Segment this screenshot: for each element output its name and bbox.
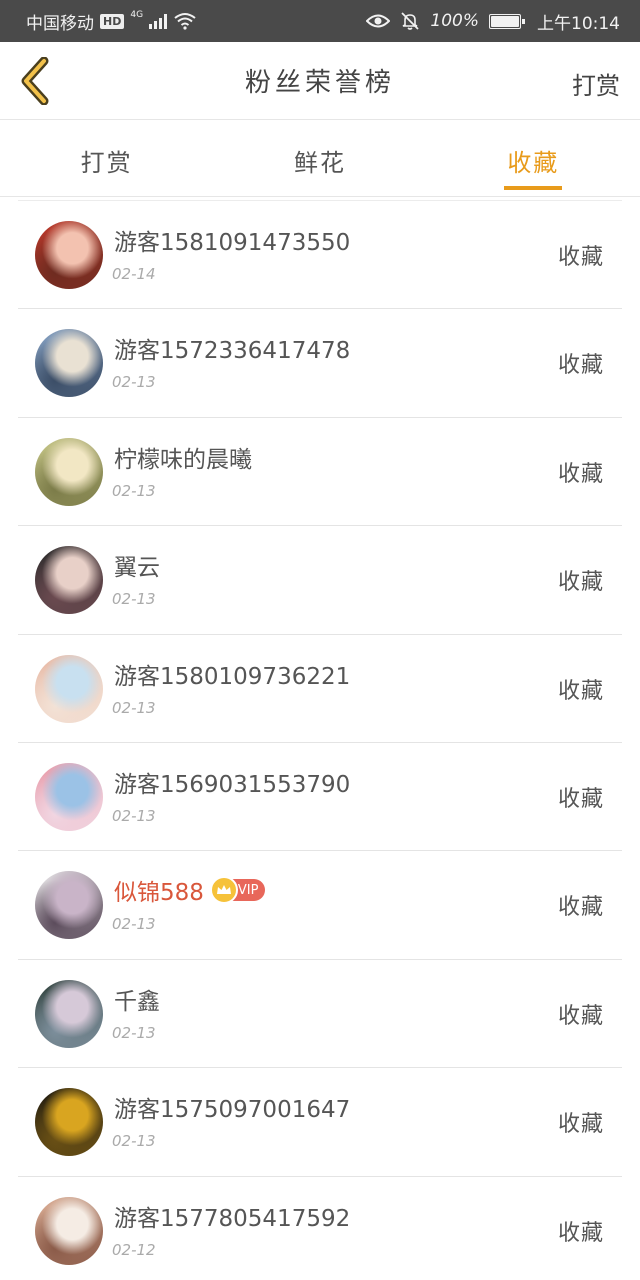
user-name: 游客1581091473550 bbox=[114, 230, 351, 256]
user-name: 游客1569031553790 bbox=[114, 771, 351, 798]
avatar[interactable] bbox=[35, 871, 103, 940]
nav-bar: 粉丝荣誉榜 打赏 bbox=[0, 42, 640, 120]
mute-bell-icon bbox=[401, 12, 420, 30]
list-item[interactable]: 翼云 02-13 收藏 bbox=[18, 526, 622, 635]
avatar[interactable] bbox=[35, 979, 103, 1048]
clock: 上午10:14 bbox=[537, 13, 620, 34]
tab-bar: 打赏 鲜花 收藏 bbox=[0, 121, 640, 197]
date-label: 02-13 bbox=[112, 915, 156, 934]
tab-flowers[interactable]: 鲜花 bbox=[213, 121, 426, 196]
action-label: 收藏 bbox=[557, 245, 604, 270]
hd-badge: HD bbox=[100, 13, 125, 29]
action-label: 收藏 bbox=[557, 895, 604, 921]
user-name: 翼云 bbox=[114, 555, 160, 582]
crown-icon bbox=[209, 876, 238, 905]
vip-label: VIP bbox=[237, 882, 259, 898]
fan-list: 游客1581091473550 02-14 收藏 游客1572336417478… bbox=[18, 200, 622, 1280]
list-item[interactable]: 似锦588 VIP 02-13 收藏 bbox=[18, 851, 622, 960]
status-bar: 中国移动 HD 4G 100% 上午10:14 bbox=[0, 0, 640, 42]
tab-favorites[interactable]: 收藏 bbox=[427, 121, 640, 196]
avatar[interactable] bbox=[35, 1196, 103, 1265]
action-label: 收藏 bbox=[557, 1220, 604, 1246]
user-name: 游客1577805417592 bbox=[114, 1205, 351, 1232]
avatar[interactable] bbox=[35, 1088, 103, 1157]
battery-percent: 100% bbox=[430, 11, 479, 31]
date-label: 02-13 bbox=[112, 1132, 156, 1151]
date-label: 02-13 bbox=[112, 590, 156, 609]
avatar[interactable] bbox=[35, 437, 103, 506]
action-label: 收藏 bbox=[557, 678, 604, 704]
avatar[interactable] bbox=[35, 546, 103, 615]
user-name: 柠檬味的晨曦 bbox=[114, 446, 252, 473]
page-title: 粉丝荣誉榜 bbox=[244, 68, 395, 98]
user-name: 游客1572336417478 bbox=[114, 338, 351, 365]
user-name: 游客1575097001647 bbox=[114, 1097, 351, 1124]
date-label: 02-12 bbox=[112, 1240, 156, 1259]
user-name: 千鑫 bbox=[114, 988, 160, 1015]
list-item[interactable]: 游客1569031553790 02-13 收藏 bbox=[18, 743, 622, 852]
battery-icon bbox=[489, 13, 525, 29]
action-label: 收藏 bbox=[557, 570, 604, 596]
eye-icon bbox=[366, 14, 391, 28]
action-label: 收藏 bbox=[557, 786, 604, 812]
user-name: 游客1580109736221 bbox=[114, 663, 351, 690]
signal-icon bbox=[149, 13, 168, 29]
avatar[interactable] bbox=[35, 329, 103, 398]
reward-button[interactable]: 打赏 bbox=[572, 66, 620, 101]
date-label: 02-14 bbox=[112, 265, 156, 283]
avatar[interactable] bbox=[35, 654, 103, 723]
user-name: 似锦588 bbox=[114, 880, 204, 907]
network-type: 4G bbox=[130, 10, 144, 20]
avatar[interactable] bbox=[35, 221, 103, 289]
user-name-vip: 似锦588 VIP bbox=[114, 873, 266, 907]
list-item[interactable]: 游客1575097001647 02-13 收藏 bbox=[18, 1068, 622, 1177]
carrier-label: 中国移动 bbox=[26, 13, 94, 34]
date-label: 02-13 bbox=[112, 698, 156, 717]
date-label: 02-13 bbox=[112, 481, 156, 500]
action-label: 收藏 bbox=[557, 1112, 604, 1138]
action-label: 收藏 bbox=[557, 461, 604, 487]
tab-reward[interactable]: 打赏 bbox=[0, 121, 213, 196]
list-item[interactable]: 游客1580109736221 02-13 收藏 bbox=[18, 635, 622, 743]
vip-badge: VIP bbox=[209, 876, 266, 905]
list-item[interactable]: 千鑫 02-13 收藏 bbox=[18, 960, 622, 1069]
avatar[interactable] bbox=[35, 762, 103, 831]
action-label: 收藏 bbox=[557, 353, 604, 379]
chevron-left-icon bbox=[21, 57, 49, 105]
date-label: 02-13 bbox=[112, 1023, 156, 1042]
list-item[interactable]: 游客1577805417592 02-12 收藏 bbox=[18, 1177, 622, 1280]
back-button[interactable] bbox=[14, 56, 54, 106]
list-item[interactable]: 柠檬味的晨曦 02-13 收藏 bbox=[18, 418, 622, 527]
list-item[interactable]: 游客1572336417478 02-13 收藏 bbox=[18, 309, 622, 418]
action-label: 收藏 bbox=[557, 1003, 604, 1029]
date-label: 02-13 bbox=[112, 806, 156, 825]
list-item[interactable]: 游客1581091473550 02-14 收藏 bbox=[18, 201, 622, 310]
date-label: 02-13 bbox=[112, 373, 156, 392]
wifi-icon bbox=[174, 13, 196, 30]
